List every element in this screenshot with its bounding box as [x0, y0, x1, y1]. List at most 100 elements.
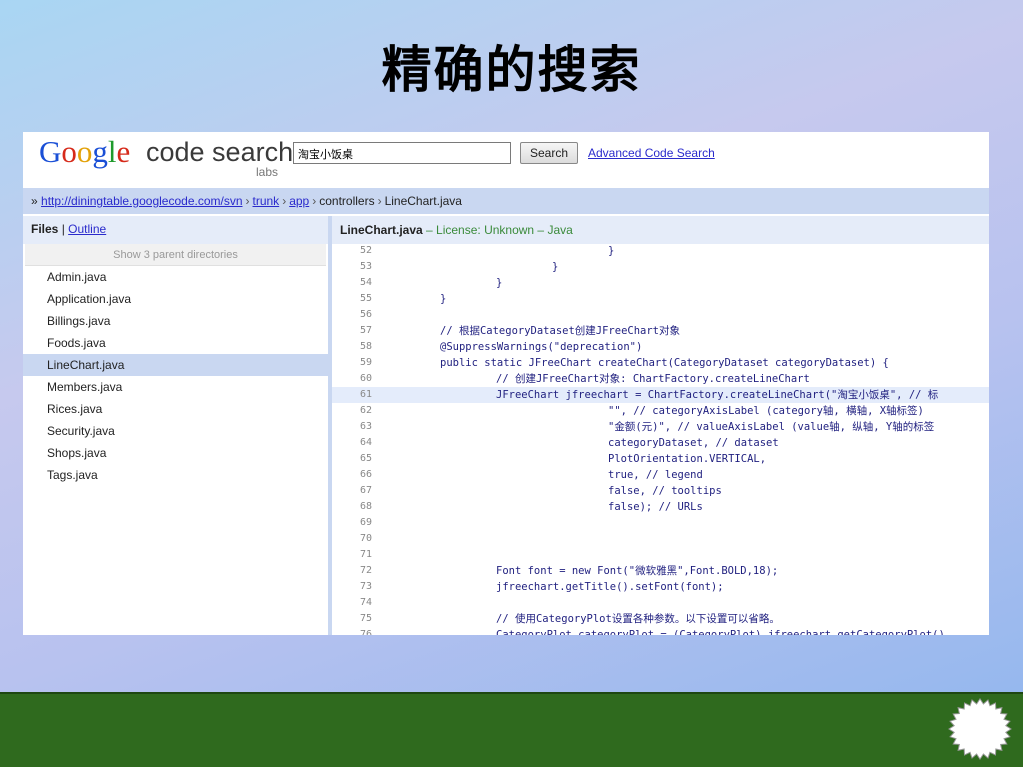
- line-number: 52: [359, 245, 372, 256]
- line-number: 65: [359, 453, 372, 464]
- line-number: 76: [359, 629, 372, 635]
- code-text: }: [440, 293, 447, 305]
- code-filename: LineChart.java: [340, 223, 423, 237]
- code-text: // 创建JFreeChart对象: ChartFactory.createLi…: [496, 373, 810, 385]
- files-tab[interactable]: Files: [31, 222, 58, 236]
- file-item[interactable]: Application.java: [23, 288, 328, 310]
- line-number: 74: [359, 597, 372, 608]
- code-line: 58 @SuppressWarnings("deprecation"): [332, 339, 989, 355]
- line-number: 73: [359, 581, 372, 592]
- file-item-selected[interactable]: LineChart.java: [23, 354, 328, 376]
- file-item[interactable]: Rices.java: [23, 398, 328, 420]
- line-number: 61: [359, 389, 372, 400]
- sidebar-header: Files | Outline: [23, 216, 328, 244]
- file-item[interactable]: Members.java: [23, 376, 328, 398]
- labs-label: labs: [256, 165, 279, 179]
- code-line: 55}: [332, 291, 989, 307]
- code-text: public static JFreeChart createChart(Cat…: [440, 357, 889, 369]
- line-number: 68: [359, 501, 372, 512]
- slide-title: 精确的搜索: [381, 41, 642, 99]
- logo-letter: o: [76, 134, 93, 169]
- code-line: 71: [332, 547, 989, 563]
- line-number: 55: [359, 293, 372, 304]
- breadcrumb-link-trunk[interactable]: trunk: [253, 194, 280, 208]
- code-line: 59 public static JFreeChart createChart(C…: [332, 355, 989, 371]
- code-line: 74: [332, 595, 989, 611]
- code-line: 62 "", // categoryAxisLabel (category轴, 横…: [332, 403, 989, 419]
- line-number: 53: [359, 261, 372, 272]
- line-number: 71: [359, 549, 372, 560]
- code-search-screenshot: Google code search labs 淘宝小饭桌 Search Adv…: [23, 132, 989, 635]
- code-line: 63 "金额(元)", // valueAxisLabel (value轴, 纵轴…: [332, 419, 989, 435]
- search-button[interactable]: Search: [520, 142, 578, 164]
- breadcrumb-separator: ›: [245, 194, 250, 208]
- google-logo[interactable]: Google: [39, 134, 130, 170]
- code-line: 61 JFreeChart jfreechart = ChartFactory.c…: [332, 387, 989, 403]
- code-header: LineChart.java – License: Unknown – Java: [332, 216, 989, 244]
- slide-footer-band: [0, 692, 1023, 767]
- code-line: 64 categoryDataset, // dataset: [332, 435, 989, 451]
- code-line: 69: [332, 515, 989, 531]
- code-text: @SuppressWarnings("deprecation"): [440, 341, 643, 353]
- logo-letter: l: [107, 134, 117, 169]
- line-number: 58: [359, 341, 372, 352]
- badge-decoration-icon: [948, 697, 1012, 761]
- code-text: PlotOrientation.VERTICAL,: [608, 453, 767, 465]
- code-text: // 使用CategoryPlot设置各种参数。以下设置可以省略。: [496, 613, 780, 625]
- line-number: 72: [359, 565, 372, 576]
- file-item[interactable]: Foods.java: [23, 332, 328, 354]
- logo-letter: e: [116, 134, 131, 169]
- code-line: 72 Font font = new Font("微软雅黑",Font.BOLD,…: [332, 563, 989, 579]
- show-parent-directories[interactable]: Show 3 parent directories: [25, 244, 326, 266]
- code-line: 76 CategoryPlot categoryPlot = (CategoryP…: [332, 627, 989, 635]
- file-item[interactable]: Admin.java: [23, 266, 328, 288]
- code-line: 73 jfreechart.getTitle().setFont(font);: [332, 579, 989, 595]
- line-number: 63: [359, 421, 372, 432]
- code-text: false); // URLs: [608, 501, 703, 513]
- breadcrumb-separator: ›: [312, 194, 317, 208]
- line-number: 66: [359, 469, 372, 480]
- breadcrumb-prefix: »: [31, 194, 38, 208]
- product-name: code search: [146, 137, 294, 167]
- breadcrumb-separator: ›: [282, 194, 287, 208]
- file-item[interactable]: Shops.java: [23, 442, 328, 464]
- breadcrumb-link-svn[interactable]: http://diningtable.googlecode.com/svn: [41, 194, 242, 208]
- breadcrumb-current-file: LineChart.java: [384, 194, 462, 208]
- line-number: 62: [359, 405, 372, 416]
- file-item[interactable]: Tags.java: [23, 464, 328, 486]
- code-text: true, // legend: [608, 469, 703, 481]
- file-list: Admin.java Application.java Billings.jav…: [23, 266, 328, 486]
- license-info: – License: Unknown – Java: [422, 223, 573, 237]
- code-text: jfreechart.getTitle().setFont(font);: [496, 581, 724, 593]
- code-line: 53}: [332, 259, 989, 275]
- line-number: 59: [359, 357, 372, 368]
- code-line: 70: [332, 531, 989, 547]
- breadcrumb-controllers: controllers: [319, 194, 375, 208]
- logo-letter: o: [61, 134, 77, 169]
- code-line: 52}: [332, 243, 989, 259]
- breadcrumb: » http://diningtable.googlecode.com/svn ›…: [23, 188, 989, 214]
- code-text: false, // tooltips: [608, 485, 722, 497]
- line-number: 75: [359, 613, 372, 624]
- code-text: }: [608, 245, 615, 257]
- file-item[interactable]: Security.java: [23, 420, 328, 442]
- code-text: JFreeChart jfreechart = ChartFactory.cre…: [496, 389, 939, 401]
- line-number: 67: [359, 485, 372, 496]
- search-input[interactable]: 淘宝小饭桌: [293, 142, 511, 164]
- advanced-search-link[interactable]: Advanced Code Search: [588, 146, 715, 160]
- code-text: Font font = new Font("微软雅黑",Font.BOLD,18…: [496, 565, 779, 577]
- code-lines: 52} 53} 54} 55} 56 57// 根据CategoryDataset创建JF…: [332, 243, 989, 635]
- code-text: }: [496, 277, 503, 289]
- outline-tab[interactable]: Outline: [68, 222, 106, 236]
- code-line: 75 // 使用CategoryPlot设置各种参数。以下设置可以省略。: [332, 611, 989, 627]
- code-text: }: [552, 261, 559, 273]
- line-number: 56: [359, 309, 372, 320]
- line-number: 57: [359, 325, 372, 336]
- breadcrumb-link-app[interactable]: app: [289, 194, 309, 208]
- line-number: 60: [359, 373, 372, 384]
- file-item[interactable]: Billings.java: [23, 310, 328, 332]
- code-line: 54}: [332, 275, 989, 291]
- code-viewer: LineChart.java – License: Unknown – Java…: [332, 216, 989, 635]
- code-line: 68 false); // URLs: [332, 499, 989, 515]
- code-text: // 根据CategoryDataset创建JFreeChart对象: [440, 325, 681, 337]
